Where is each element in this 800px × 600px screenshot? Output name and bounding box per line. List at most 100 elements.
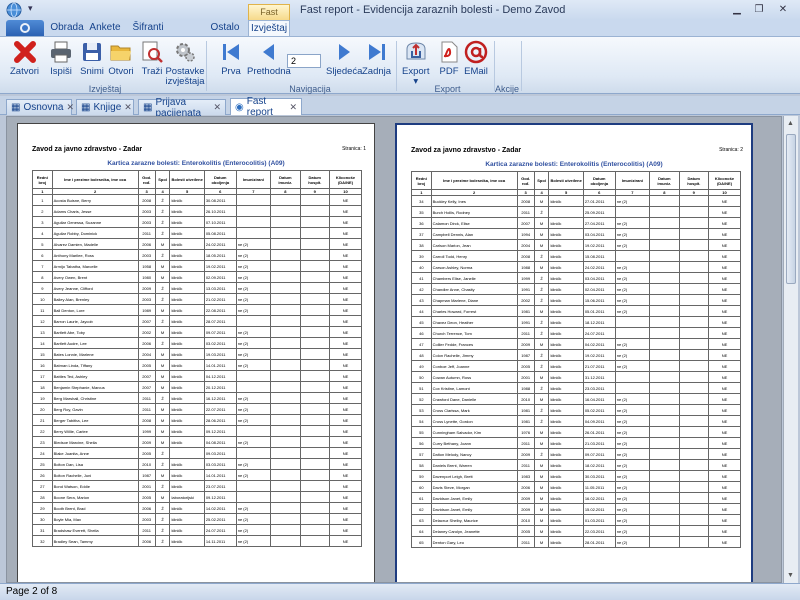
tab-obrada[interactable]: Obrada [50,20,84,36]
tab-icon: ▦ [11,102,21,113]
table-cell [299,403,330,415]
scroll-up-icon[interactable]: ▲ [787,120,794,127]
table-cell: kliničk [169,216,205,228]
table-row: 62 Davidson Janet, Emily 2009 Mkliničk 15.02… [411,503,742,515]
table-cell: NE [707,437,742,449]
tab-izvjestaj[interactable]: Izvještaj [248,20,290,36]
table-cell: Ž [533,360,550,372]
table-row: 53 Cross Clarissa, Mark 1981 Žkliničk 05.02.… [411,404,742,416]
table-cell: 56 [411,437,432,449]
table-cell [649,393,680,405]
close-tab-icon[interactable]: ✕ [66,102,74,113]
table-cell [649,536,680,548]
tab-ostalo[interactable]: Ostalo [208,20,242,36]
table-cell: kliničk [169,535,205,547]
table-cell [649,492,680,504]
table-row: 8 Avery Owen, Brent 1980 Mkliničk 02.09.2011… [32,271,363,283]
scroll-down-icon[interactable]: ▼ [787,572,794,579]
tab-icon: ▦ [81,102,91,113]
group-label-akcije: Akcije [494,84,519,94]
previous-page-button[interactable]: Prethodna [247,39,291,77]
table-cell [270,326,301,338]
page-number-input[interactable] [287,54,321,68]
restore-icon[interactable]: ❐ [752,4,766,16]
table-cell: NE [707,217,742,229]
doc-tab-knjige[interactable]: ▦ Knjige ✕ [76,99,134,115]
table-cell: NE [328,271,363,283]
open-button[interactable]: Otvori [108,39,134,77]
table-cell: Ž [154,315,171,327]
last-page-button[interactable]: Zadnja [362,39,391,77]
table-cell [649,261,680,273]
table-cell: Ž [154,458,171,470]
vertical-scrollbar[interactable]: ▲ ▼ [783,116,798,583]
table-cell: NE [328,194,363,206]
table-cell: 1991 [516,316,535,328]
report-title: Kartica zarazne bolesti: Enterokolitis (… [485,161,663,168]
minimize-icon[interactable]: ▁ [730,4,744,16]
table-cell: kliničk [548,393,584,405]
table-cell: 1999 [137,425,156,437]
table-cell: Crawford Dane, Danielle [430,393,518,405]
table-cell [678,338,709,350]
table-cell: kliničk [169,238,205,250]
table-row: 19 Berg Marshall, Christine 2011 Žkliničk 16… [32,392,363,404]
first-page-button[interactable]: Prva [218,39,244,77]
table-cell: Ž [154,513,171,525]
email-button[interactable]: EMail [463,39,489,77]
doc-tab-fast-report[interactable]: ◉ Fast report ✕ [230,96,302,118]
table-cell: 2003 [137,216,156,228]
table-cell: NE [328,524,363,536]
table-cell: NE [328,348,363,360]
table-cell: 16.12.2011 [203,392,237,404]
table-cell: Batman Linda, Tiffany [51,359,139,371]
doc-tab-osnovna[interactable]: ▦ Osnovna ✕ [6,99,74,115]
report-settings-button[interactable]: Postavke izvještaja [165,39,205,87]
table-cell: NE [707,239,742,251]
table-cell: NE [328,282,363,294]
table-cell [678,283,709,295]
table-cell [678,305,709,317]
export-button[interactable]: Export ▾ [402,39,429,87]
table-cell: 31 [32,524,53,536]
table-cell: kliničk [169,282,205,294]
table-row: 40 Carson Ashley, Norma 1988 Mkliničk 24.02.… [411,261,742,273]
table-cell [649,349,680,361]
table-cell: 21 [32,414,53,426]
table-cell: kliničk [548,228,584,240]
close-tab-icon[interactable]: ✕ [213,102,221,113]
table-cell: M [533,514,550,526]
pdf-button[interactable]: PDF [436,39,462,77]
table-cell: 11 [32,304,53,316]
table-cell: Ž [533,250,550,262]
save-label: Snimi [80,66,104,77]
table-cell: NE [707,525,742,537]
save-button[interactable]: Snimi [79,39,105,77]
report-page: Zavod za javno zdravstvo - Zadar Stranica… [17,123,375,582]
table-cell: 13 [32,326,53,338]
doc-tab-prijava-pacijenata[interactable]: ▦ Prijava pacijenata ✕ [138,97,226,119]
file-menu-button[interactable] [6,20,44,36]
tab-ankete[interactable]: Ankete [88,20,122,36]
table-cell: kliničk [548,525,584,537]
table-cell: kliničk [169,304,205,316]
close-window-icon[interactable]: ✕ [776,4,790,16]
column-header: Kliconoše (DA/NE) [707,171,742,190]
table-cell: kliničk [548,294,584,306]
quick-access-dropdown-icon[interactable]: ▾ [28,3,33,14]
close-tab-icon[interactable]: ✕ [124,102,132,113]
close-tab-icon[interactable]: ✕ [289,102,297,113]
find-button[interactable]: Traži [139,39,165,77]
table-cell: kliničk [548,239,584,251]
tab-sifranti[interactable]: Šifranti [128,20,168,36]
scrollbar-thumb[interactable] [786,134,796,284]
table-cell: 2008 [137,414,156,426]
next-page-button[interactable]: Sljedeća [326,39,362,77]
report-viewer[interactable]: Zavod za javno zdravstvo - Zadar Stranica… [6,116,782,583]
table-cell: 2007 [137,370,156,382]
table-cell: 04.02.2011 [582,338,616,350]
app-menu-icon[interactable] [4,1,24,19]
close-report-button[interactable]: Zatvori [10,39,39,77]
print-button[interactable]: Ispiši [48,39,74,77]
column-header: Ime i prezime bolesnika, ime oca [430,171,518,190]
